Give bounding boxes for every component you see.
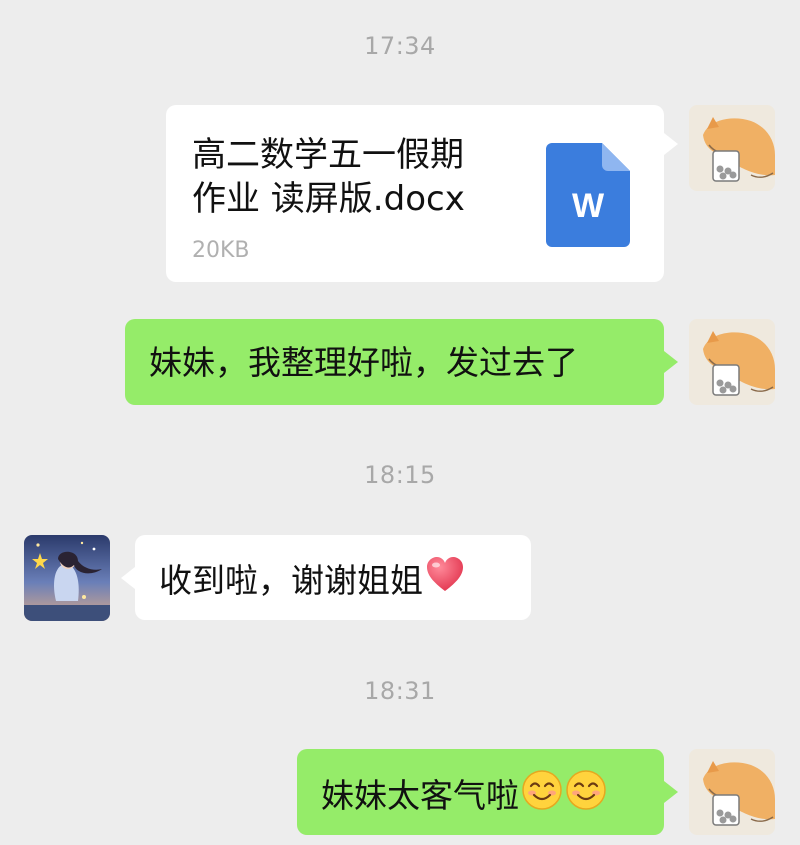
my-avatar[interactable]	[689, 105, 775, 191]
smiling-face-icon	[565, 769, 607, 822]
message-text: 妹妹，我整理好啦，发过去了	[149, 342, 578, 382]
timestamp: 18:15	[364, 461, 436, 489]
my-text-message-bubble[interactable]: 妹妹，我整理好啦，发过去了	[125, 319, 664, 405]
file-size: 20KB	[192, 238, 250, 263]
bubble-tail	[664, 133, 678, 155]
bubble-tail	[121, 567, 135, 589]
file-name-line-2: 作业 读屏版.docx	[192, 179, 465, 219]
smiling-face-icon	[521, 769, 563, 822]
bubble-tail	[664, 351, 678, 373]
file-name-line-1: 高二数学五一假期	[192, 135, 464, 175]
other-avatar[interactable]	[24, 535, 110, 621]
file-name: 高二数学五一假期 作业 读屏版.docx	[192, 133, 522, 221]
timestamp: 18:31	[364, 677, 436, 705]
word-doc-icon: W	[546, 143, 630, 258]
file-message-bubble[interactable]: 高二数学五一假期 作业 读屏版.docx 20KB W	[166, 105, 664, 282]
message-text: 收到啦，谢谢姐姐	[159, 560, 423, 600]
my-avatar[interactable]	[689, 749, 775, 835]
bubble-tail	[664, 781, 678, 803]
message-text: 妹妹太客气啦	[321, 775, 519, 815]
my-avatar[interactable]	[689, 319, 775, 405]
timestamp: 17:34	[364, 32, 436, 60]
my-text-message-bubble[interactable]: 妹妹太客气啦	[297, 749, 664, 835]
other-text-message-bubble[interactable]: 收到啦，谢谢姐姐	[135, 535, 531, 620]
red-heart-icon	[425, 555, 465, 606]
word-doc-letter: W	[572, 187, 605, 225]
